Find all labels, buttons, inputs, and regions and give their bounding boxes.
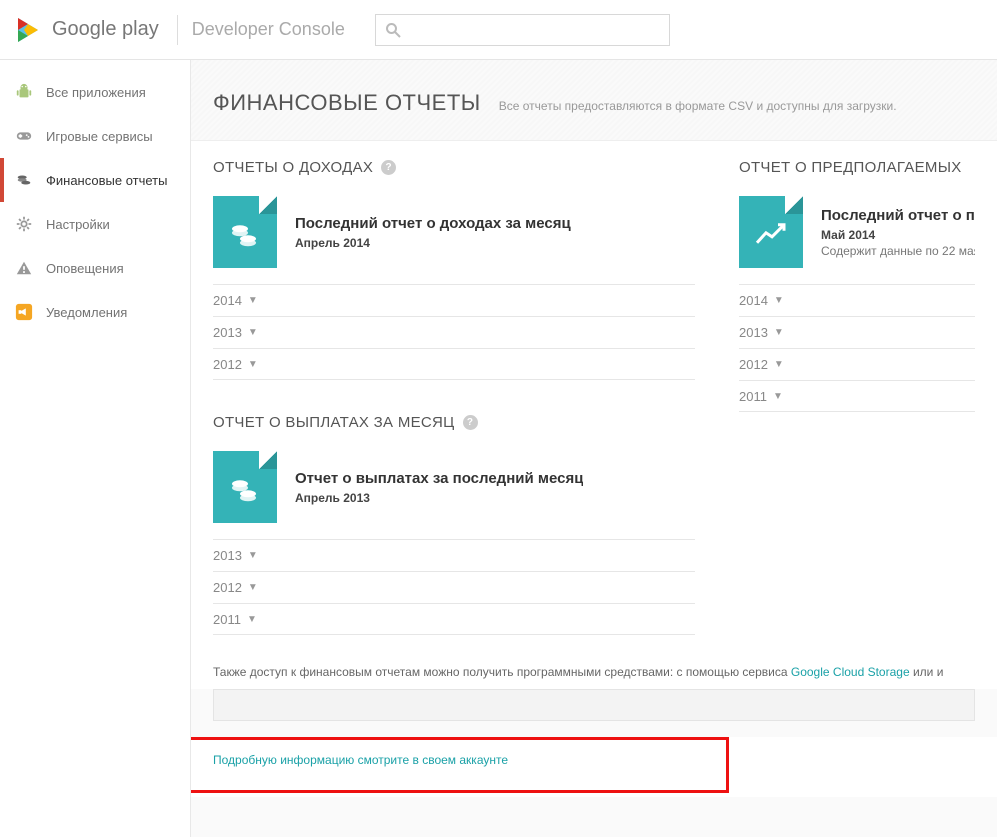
- coins-stack-icon: [228, 221, 262, 249]
- year-label: 2014: [213, 293, 242, 308]
- column-projected: ОТЧЕТ О ПРЕДПОЛАГАЕМЫХ Последний отчет о…: [717, 141, 997, 635]
- earnings-heading-text: ОТЧЕТЫ О ДОХОДАХ: [213, 159, 373, 176]
- sidebar-item-label: Настройки: [46, 217, 110, 232]
- payouts-latest-card[interactable]: Отчет о выплатах за последний месяц Апре…: [213, 451, 695, 523]
- sidebar-item-label: Уведомления: [46, 305, 127, 320]
- chevron-down-icon: ▼: [248, 295, 258, 306]
- year-row[interactable]: 2013 ▼: [213, 316, 695, 348]
- column-earnings-payouts: ОТЧЕТЫ О ДОХОДАХ ? Последний отчет о дох…: [191, 141, 717, 635]
- account-info-link[interactable]: Подробную информацию смотрите в своем ак…: [213, 753, 508, 767]
- gamepad-icon: [14, 126, 34, 146]
- payouts-card-date: Апрель 2013: [295, 491, 583, 505]
- code-command-box[interactable]: [213, 689, 975, 721]
- year-label: 2012: [213, 357, 242, 372]
- year-label: 2012: [739, 357, 768, 372]
- year-row[interactable]: 2011 ▼: [739, 380, 975, 412]
- year-row[interactable]: 2012 ▼: [739, 348, 975, 380]
- page-title: ФИНАНСОВЫЕ ОТЧЕТЫ: [213, 90, 481, 116]
- year-row[interactable]: 2013 ▼: [213, 539, 695, 571]
- chevron-down-icon: ▼: [248, 359, 258, 370]
- year-label: 2012: [213, 580, 242, 595]
- chevron-down-icon: ▼: [774, 327, 784, 338]
- payouts-heading-text: ОТЧЕТ О ВЫПЛАТАХ ЗА МЕСЯЦ: [213, 414, 455, 431]
- year-label: 2013: [213, 325, 242, 340]
- android-icon: [14, 82, 34, 102]
- header-divider: [177, 15, 178, 45]
- year-label: 2011: [213, 612, 241, 627]
- projected-card-date: Май 2014: [821, 228, 975, 242]
- projected-heading: ОТЧЕТ О ПРЕДПОЛАГАЕМЫХ: [739, 159, 975, 176]
- search-icon: [385, 22, 401, 38]
- coins-icon: [14, 170, 34, 190]
- earnings-latest-card[interactable]: Последний отчет о доходах за месяц Апрел…: [213, 196, 695, 268]
- projected-year-list: 2014 ▼ 2013 ▼ 2012 ▼ 2011 ▼: [739, 284, 975, 412]
- play-logo-icon: [14, 16, 42, 44]
- sidebar-item-label: Игровые сервисы: [46, 129, 153, 144]
- year-label: 2011: [739, 389, 767, 404]
- chevron-down-icon: ▼: [774, 359, 784, 370]
- chevron-down-icon: ▼: [248, 327, 258, 338]
- payouts-year-list: 2013 ▼ 2012 ▼ 2011 ▼: [213, 539, 695, 635]
- sidebar-item-apps[interactable]: Все приложения: [0, 70, 190, 114]
- year-row[interactable]: 2011 ▼: [213, 603, 695, 635]
- sidebar-item-games[interactable]: Игровые сервисы: [0, 114, 190, 158]
- earnings-year-list: 2014 ▼ 2013 ▼ 2012 ▼: [213, 284, 695, 380]
- report-file-icon: [213, 196, 277, 268]
- help-icon[interactable]: ?: [463, 415, 478, 430]
- chevron-down-icon: ▼: [774, 295, 784, 306]
- year-label: 2014: [739, 293, 768, 308]
- megaphone-icon: [14, 302, 34, 322]
- year-label: 2013: [739, 325, 768, 340]
- projected-latest-card[interactable]: Последний отчет о пр Май 2014 Содержит д…: [739, 196, 975, 268]
- sidebar: Все приложения Игровые сервисы Финансовы…: [0, 60, 190, 837]
- projected-heading-text: ОТЧЕТ О ПРЕДПОЛАГАЕМЫХ: [739, 159, 962, 176]
- earnings-card-title: Последний отчет о доходах за месяц: [295, 215, 571, 232]
- payouts-heading: ОТЧЕТ О ВЫПЛАТАХ ЗА МЕСЯЦ ?: [213, 414, 695, 431]
- cloud-storage-link[interactable]: Google Cloud Storage: [791, 665, 910, 679]
- sidebar-item-alerts[interactable]: Оповещения: [0, 246, 190, 290]
- report-file-icon: [739, 196, 803, 268]
- page-subtitle: Все отчеты предоставляются в формате CSV…: [499, 99, 897, 113]
- sidebar-item-financial[interactable]: Финансовые отчеты: [0, 158, 190, 202]
- footer-text-suffix: или и: [910, 665, 944, 679]
- year-row[interactable]: 2014 ▼: [213, 284, 695, 316]
- footer-text-prefix: Также доступ к финансовым отчетам можно …: [213, 665, 791, 679]
- sidebar-item-settings[interactable]: Настройки: [0, 202, 190, 246]
- brand-text: Google play: [52, 18, 159, 41]
- chevron-down-icon: ▼: [248, 582, 258, 593]
- console-text: Developer Console: [192, 19, 345, 40]
- app-header: Google play Developer Console: [0, 0, 997, 60]
- search-box: [375, 14, 670, 46]
- year-row[interactable]: 2013 ▼: [739, 316, 975, 348]
- sidebar-item-label: Финансовые отчеты: [46, 173, 167, 188]
- coins-stack-icon: [228, 476, 262, 504]
- year-row[interactable]: 2012 ▼: [213, 571, 695, 603]
- payouts-card-title: Отчет о выплатах за последний месяц: [295, 470, 583, 487]
- warning-icon: [14, 258, 34, 278]
- projected-card-note: Содержит данные по 22 мая: [821, 244, 975, 258]
- year-label: 2013: [213, 548, 242, 563]
- search-input[interactable]: [375, 14, 670, 46]
- earnings-heading: ОТЧЕТЫ О ДОХОДАХ ?: [213, 159, 695, 176]
- footer-block: Подробную информацию смотрите в своем ак…: [191, 737, 997, 797]
- projected-card-title: Последний отчет о пр: [821, 207, 975, 224]
- year-row[interactable]: 2012 ▼: [213, 348, 695, 380]
- year-row[interactable]: 2014 ▼: [739, 284, 975, 316]
- earnings-card-date: Апрель 2014: [295, 236, 571, 250]
- chevron-down-icon: ▼: [248, 550, 258, 561]
- chart-line-icon: [754, 221, 788, 249]
- sidebar-item-notifications[interactable]: Уведомления: [0, 290, 190, 334]
- help-icon[interactable]: ?: [381, 160, 396, 175]
- main-content: ФИНАНСОВЫЕ ОТЧЕТЫ Все отчеты предоставля…: [190, 60, 997, 837]
- sidebar-item-label: Все приложения: [46, 85, 146, 100]
- sidebar-item-label: Оповещения: [46, 261, 124, 276]
- page-header: ФИНАНСОВЫЕ ОТЧЕТЫ Все отчеты предоставля…: [191, 60, 997, 141]
- footer-info: Также доступ к финансовым отчетам можно …: [191, 635, 997, 689]
- chevron-down-icon: ▼: [247, 614, 257, 625]
- chevron-down-icon: ▼: [773, 391, 783, 402]
- gear-icon: [14, 214, 34, 234]
- report-file-icon: [213, 451, 277, 523]
